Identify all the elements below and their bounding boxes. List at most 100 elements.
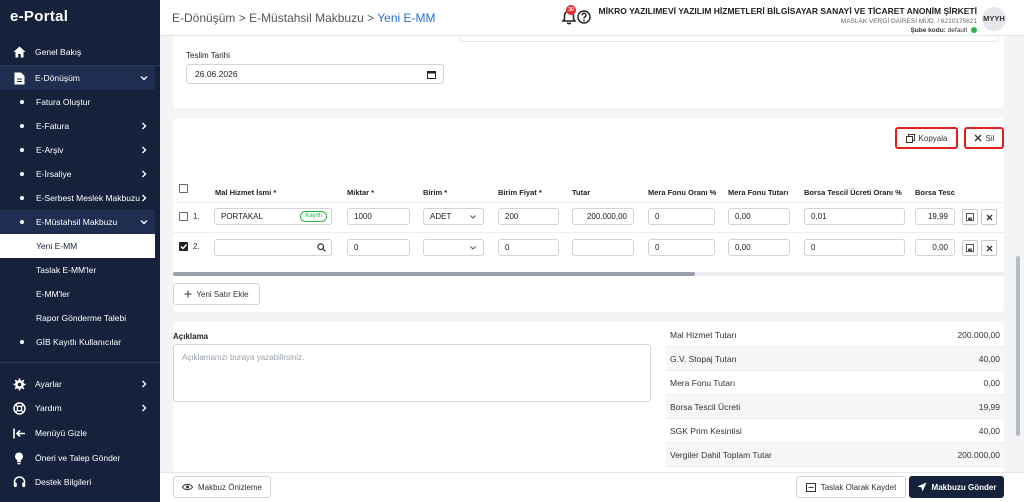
delivery-card: Teslim Tarihi 26.06.2026 [173,36,1004,108]
quantity-input[interactable]: 1000 [347,208,410,225]
branch-label: Şube kodu: [910,27,946,34]
sidebar-item-e-donusum[interactable]: E-Dönüşüm [0,66,155,90]
sidebar-item-e-mustahsil[interactable]: E-Müstahsil Makbuzu [0,210,155,234]
sidebar-item-taslak-emm[interactable]: Taslak E-MM'ler [0,258,155,282]
mera-amount-input[interactable]: 0,00 [728,208,790,225]
sidebar-item-label: Ayarlar [35,379,62,389]
save-draft-button[interactable]: Taslak Olarak Kaydet [796,476,906,498]
save-row-button[interactable] [962,209,978,225]
breadcrumb-item[interactable]: E-Dönüşüm [172,11,235,25]
remove-row-button[interactable] [981,240,997,256]
home-icon [12,45,26,59]
summary-label: Vergiler Dahil Toplam Tutar [670,449,772,460]
preview-button[interactable]: Makbuz Önizleme [173,476,271,498]
sidebar-item-e-fatura[interactable]: E-Fatura [0,114,155,138]
sidebar-item-destek-bilgileri[interactable]: Destek Bilgileri [0,470,155,494]
scrollbar-thumb[interactable] [173,272,695,276]
row-number: 1. [193,212,200,221]
mera-rate-input[interactable]: 0 [648,208,715,225]
teslim-date-input[interactable]: 26.06.2026 [186,64,444,84]
sidebar-item-label: E-Arşiv [36,145,64,155]
sidebar-item-yeni-emm[interactable]: Yeni E-MM [0,234,155,258]
borsa-rate-input[interactable]: 0,01 [804,208,905,225]
sidebar-item-label: E-Serbest Meslek Makbuzu [36,193,140,203]
total-input[interactable] [572,239,634,256]
column-header: Mal Hizmet İsmi * [215,188,277,197]
sidebar-item-label: GİB Kayıtlı Kullanıcılar [36,337,122,347]
remove-row-button[interactable] [981,209,997,225]
sidebar-item-e-arsiv[interactable]: E-Arşiv [0,138,155,162]
sidebar-item-label: E-İrsaliye [36,169,72,179]
column-header: Borsa Tescil Ücreti Oranı % [804,188,902,197]
chevron-down-icon [140,220,148,225]
close-icon [974,134,982,142]
borsa-amount-input[interactable]: 19,99 [915,208,955,225]
unit-select[interactable] [423,239,484,256]
sidebar-item-gib-kayitli[interactable]: GİB Kayıtlı Kullanıcılar [0,330,155,354]
mera-amount-input[interactable]: 0,00 [728,239,790,256]
summary-label: Borsa Tescil Ücreti [670,401,741,412]
product-search-input[interactable] [214,239,332,256]
document-icon [12,71,26,85]
copy-button[interactable]: Kopyala [895,127,958,149]
unit-price-input[interactable]: 200 [498,208,559,225]
mera-rate-input[interactable]: 0 [648,239,715,256]
unit-price-input[interactable]: 0 [498,239,559,256]
search-icon[interactable] [317,243,326,252]
bullet-icon [20,148,24,152]
breadcrumb-item[interactable]: E-Müstahsil Makbuzu [249,11,364,25]
summary-row: SGK Prim Kesintisi 40,00 [666,419,1004,443]
notes-summary-card: Açıklama Açıklamanızı buraya yazabilirsi… [173,322,1004,472]
save-icon [966,244,974,252]
sidebar-item-yardim[interactable]: Yardım [0,396,155,420]
divider [173,232,1004,233]
send-button[interactable]: Makbuzu Gönder [909,476,1004,498]
sidebar-item-oneri-talep[interactable]: Öneri ve Talep Gönder [0,446,155,470]
bullet-icon [20,124,24,128]
total-input[interactable]: 200.000,00 [572,208,634,225]
borsa-amount-input[interactable]: 0,00 [915,239,955,256]
add-row-label: Yeni Satır Ekle [196,289,249,299]
column-header: Miktar * [347,188,375,197]
add-row-button[interactable]: Yeni Satır Ekle [173,283,260,305]
sidebar-item-fatura-olustur[interactable]: Fatura Oluştur [0,90,155,114]
vertical-scrollbar[interactable] [1016,256,1020,436]
breadcrumb-current: Yeni E-MM [377,11,436,25]
teslim-label: Teslim Tarihi [186,51,230,60]
sidebar-item-e-irsaliye[interactable]: E-İrsaliye [0,162,155,186]
row-checkbox[interactable] [179,242,188,251]
chevron-right-icon [142,146,147,154]
sidebar-item-e-serbest-meslek[interactable]: E-Serbest Meslek Makbuzu [0,186,155,210]
row-checkbox[interactable] [179,212,188,221]
items-card: Kopyala Sil Mal Hizmet İsmi * Miktar * B… [173,118,1004,312]
product-name-input[interactable]: PORTAKAL Kayıtlı [214,208,332,225]
notes-textarea[interactable]: Açıklamanızı buraya yazabilirsiniz. [173,344,651,402]
horizontal-scrollbar[interactable] [173,272,1004,276]
delete-button[interactable]: Sil [964,127,1004,149]
eye-icon [181,483,193,491]
sidebar-item-label: Rapor Gönderme Talebi [36,313,127,323]
sidebar-item-label: E-Müstahsil Makbuzu [36,217,118,227]
sidebar-item-label: Yeni E-MM [36,241,78,251]
sidebar-item-genel-bakis[interactable]: Genel Bakış [0,40,155,64]
sidebar: e-Portal Genel Bakış E-Dönüşüm Fatura Ol… [0,0,160,502]
input-field-partial[interactable] [459,36,999,42]
sidebar-item-rapor-gonderme[interactable]: Rapor Gönderme Talebi [0,306,155,330]
select-all-checkbox[interactable] [179,184,188,193]
sidebar-item-menuyu-gizle[interactable]: Menüyü Gizle [0,421,155,445]
unit-select[interactable]: ADET [423,208,484,225]
sidebar-item-label: E-MM'ler [36,289,70,299]
borsa-rate-input[interactable]: 0 [804,239,905,256]
collapse-icon [12,426,26,440]
sidebar-item-emm-list[interactable]: E-MM'ler [0,282,155,306]
company-info: MİKRO YAZILIMEVİ YAZILIM HİZMETLERİ BİLG… [599,6,977,34]
calendar-icon[interactable] [427,70,436,79]
app-logo: e-Portal [10,8,69,25]
help-icon[interactable] [577,10,591,24]
sidebar-item-ayarlar[interactable]: Ayarlar [0,372,155,396]
avatar[interactable]: MYYH [982,7,1006,31]
breadcrumb-separator: > [238,11,246,25]
save-row-button[interactable] [962,240,978,256]
quantity-input[interactable]: 0 [347,239,410,256]
sidebar-item-label: Öneri ve Talep Gönder [35,453,121,463]
